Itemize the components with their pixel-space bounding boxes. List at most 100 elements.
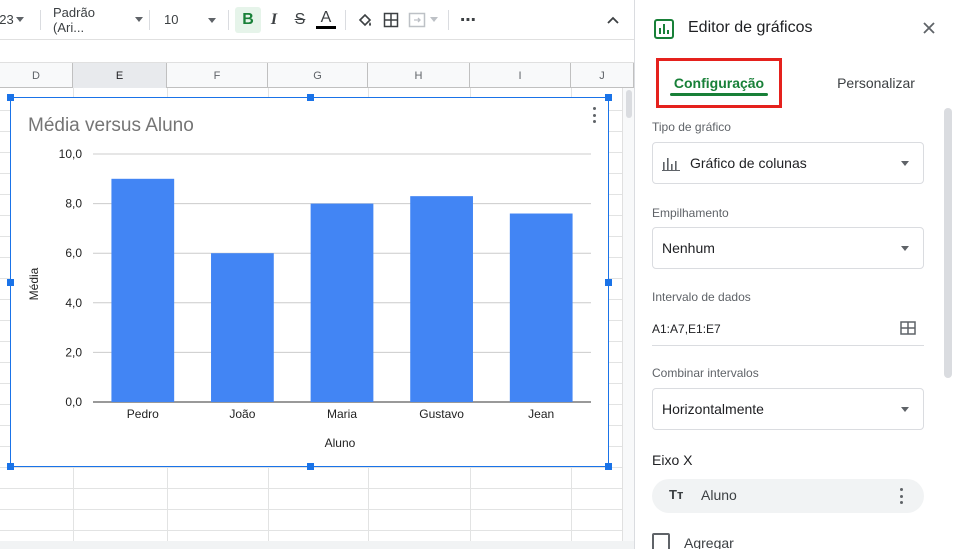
text-color-icon: A bbox=[320, 9, 332, 26]
aggregate-checkbox[interactable] bbox=[652, 533, 670, 549]
combine-ranges-select[interactable]: Horizontalmente bbox=[652, 388, 924, 430]
resize-handle-bottom-right[interactable] bbox=[605, 463, 612, 470]
grid-horizontal-scrollbar[interactable] bbox=[0, 541, 634, 549]
column-header-f[interactable]: F bbox=[167, 63, 268, 88]
grid-vertical-scrollbar[interactable] bbox=[622, 88, 634, 549]
column-header-i[interactable]: I bbox=[470, 63, 571, 88]
x-axis-chip[interactable]: Tт Aluno bbox=[652, 479, 924, 513]
bar-gustavo bbox=[410, 196, 473, 402]
x-tick-label: Gustavo bbox=[419, 407, 464, 421]
chart-editor-panel: Editor de gráficos Configuração Personal… bbox=[634, 0, 956, 549]
strikethrough-icon: S bbox=[294, 10, 306, 28]
chevron-down-icon bbox=[208, 17, 216, 23]
text-color-button[interactable]: A bbox=[313, 7, 339, 33]
borders-button[interactable] bbox=[378, 7, 404, 33]
italic-icon: I bbox=[270, 10, 278, 28]
text-type-icon: Tт bbox=[669, 487, 684, 502]
fill-color-button[interactable] bbox=[352, 7, 378, 33]
embedded-chart[interactable]: Média versus Aluno 0,0 2,0 4,0 6,0 8,0 10,0 Pe… bbox=[7, 94, 612, 470]
more-options-button[interactable]: ⋯ bbox=[455, 7, 481, 33]
data-range-label: Intervalo de dados bbox=[652, 290, 751, 304]
chevron-down-icon bbox=[901, 161, 909, 166]
text-color-bar bbox=[316, 26, 336, 29]
resize-handle-top-left[interactable] bbox=[7, 94, 14, 101]
chevron-down-icon bbox=[901, 246, 909, 251]
y-tick-label: 0,0 bbox=[65, 395, 82, 409]
y-tick-label: 4,0 bbox=[65, 296, 82, 310]
resize-handle-bottom[interactable] bbox=[307, 463, 314, 470]
grid-row-line bbox=[0, 530, 622, 531]
resize-handle-top[interactable] bbox=[307, 94, 314, 101]
more-horizontal-icon: ⋯ bbox=[460, 11, 476, 29]
x-tick-label: Maria bbox=[327, 407, 357, 421]
grid-row-line bbox=[0, 509, 622, 510]
bar-maria bbox=[310, 203, 374, 402]
stacking-select[interactable]: Nenhum bbox=[652, 227, 924, 269]
font-size-dropdown[interactable]: 10 bbox=[156, 6, 222, 34]
close-icon[interactable] bbox=[921, 20, 937, 36]
italic-button[interactable]: I bbox=[261, 7, 287, 33]
collapse-toolbar-button[interactable] bbox=[600, 7, 626, 33]
font-family-dropdown[interactable]: Padrão (Ari... bbox=[47, 5, 143, 35]
divider bbox=[448, 9, 449, 30]
select-range-icon[interactable] bbox=[900, 321, 916, 335]
chart-editor-icon bbox=[654, 19, 674, 39]
scrollbar-thumb[interactable] bbox=[626, 90, 632, 118]
chevron-down-icon bbox=[901, 407, 909, 412]
column-chart-plot: 0,0 2,0 4,0 6,0 8,0 10,0 Pedro João Maria Gustavo… bbox=[27, 147, 591, 450]
column-header-j[interactable]: J bbox=[571, 63, 634, 88]
tab-setup[interactable]: Configuração bbox=[656, 58, 782, 108]
chart-type-value: Gráfico de colunas bbox=[690, 155, 807, 171]
dot bbox=[900, 488, 903, 491]
chevron-down-icon bbox=[15, 17, 24, 22]
resize-handle-left[interactable] bbox=[7, 279, 14, 286]
x-axis-label: Aluno bbox=[325, 436, 356, 450]
y-tick-label: 2,0 bbox=[65, 345, 82, 359]
setup-form: Tipo de gráfico Gráfico de colunas Empil… bbox=[635, 108, 956, 549]
resize-handle-bottom-left[interactable] bbox=[7, 463, 14, 470]
bar-chart-icon bbox=[662, 158, 680, 171]
editor-tabs: Configuração Personalizar bbox=[635, 58, 956, 108]
y-axis-label: Média bbox=[27, 267, 41, 300]
x-tick-label: João bbox=[229, 407, 255, 421]
column-header-g[interactable]: G bbox=[268, 63, 368, 88]
bar-jean bbox=[509, 213, 573, 402]
resize-handle-top-right[interactable] bbox=[605, 94, 612, 101]
y-tick-label: 6,0 bbox=[65, 246, 82, 260]
chevron-down-icon bbox=[135, 17, 143, 22]
x-tick-label: Jean bbox=[528, 407, 554, 421]
column-header-e[interactable]: E bbox=[73, 63, 167, 88]
resize-handle-right[interactable] bbox=[605, 279, 612, 286]
chevron-up-icon bbox=[607, 16, 619, 24]
panel-header: Editor de gráficos bbox=[635, 0, 956, 58]
tab-customize[interactable]: Personalizar bbox=[825, 58, 927, 108]
data-range-value: A1:A7,E1:E7 bbox=[652, 321, 721, 336]
divider bbox=[228, 9, 229, 30]
dot bbox=[900, 494, 903, 498]
y-tick-label: 8,0 bbox=[65, 197, 82, 211]
merge-cells-button[interactable] bbox=[404, 7, 442, 33]
strikethrough-button[interactable]: S bbox=[287, 7, 313, 33]
x-axis-value: Aluno bbox=[701, 487, 737, 503]
divider bbox=[40, 9, 41, 30]
stacking-label: Empilhamento bbox=[652, 206, 729, 220]
number-format-label: 123 bbox=[0, 12, 14, 27]
spreadsheet-app: 123 Padrão (Ari... 10 B I S A bbox=[0, 0, 956, 549]
panel-scrollbar[interactable] bbox=[944, 108, 952, 378]
divider bbox=[149, 9, 150, 30]
grid-row-line bbox=[0, 488, 622, 489]
aggregate-label: Agregar bbox=[684, 535, 734, 549]
chevron-down-icon bbox=[430, 17, 438, 22]
x-axis-section-title: Eixo X bbox=[652, 452, 693, 468]
toolbar: 123 Padrão (Ari... 10 B I S A bbox=[0, 0, 634, 40]
chip-menu-button[interactable] bbox=[900, 488, 904, 504]
number-format-dropdown[interactable]: 123 bbox=[0, 6, 34, 34]
bold-button[interactable]: B bbox=[235, 6, 261, 33]
column-header-h[interactable]: H bbox=[368, 63, 470, 88]
chart-type-select[interactable]: Gráfico de colunas bbox=[652, 142, 924, 184]
y-tick-label: 10,0 bbox=[59, 147, 83, 161]
fill-color-icon bbox=[358, 13, 372, 26]
data-range-input[interactable]: A1:A7,E1:E7 bbox=[652, 312, 924, 346]
column-header-d[interactable]: D bbox=[0, 63, 73, 88]
x-tick-label: Pedro bbox=[127, 407, 159, 421]
